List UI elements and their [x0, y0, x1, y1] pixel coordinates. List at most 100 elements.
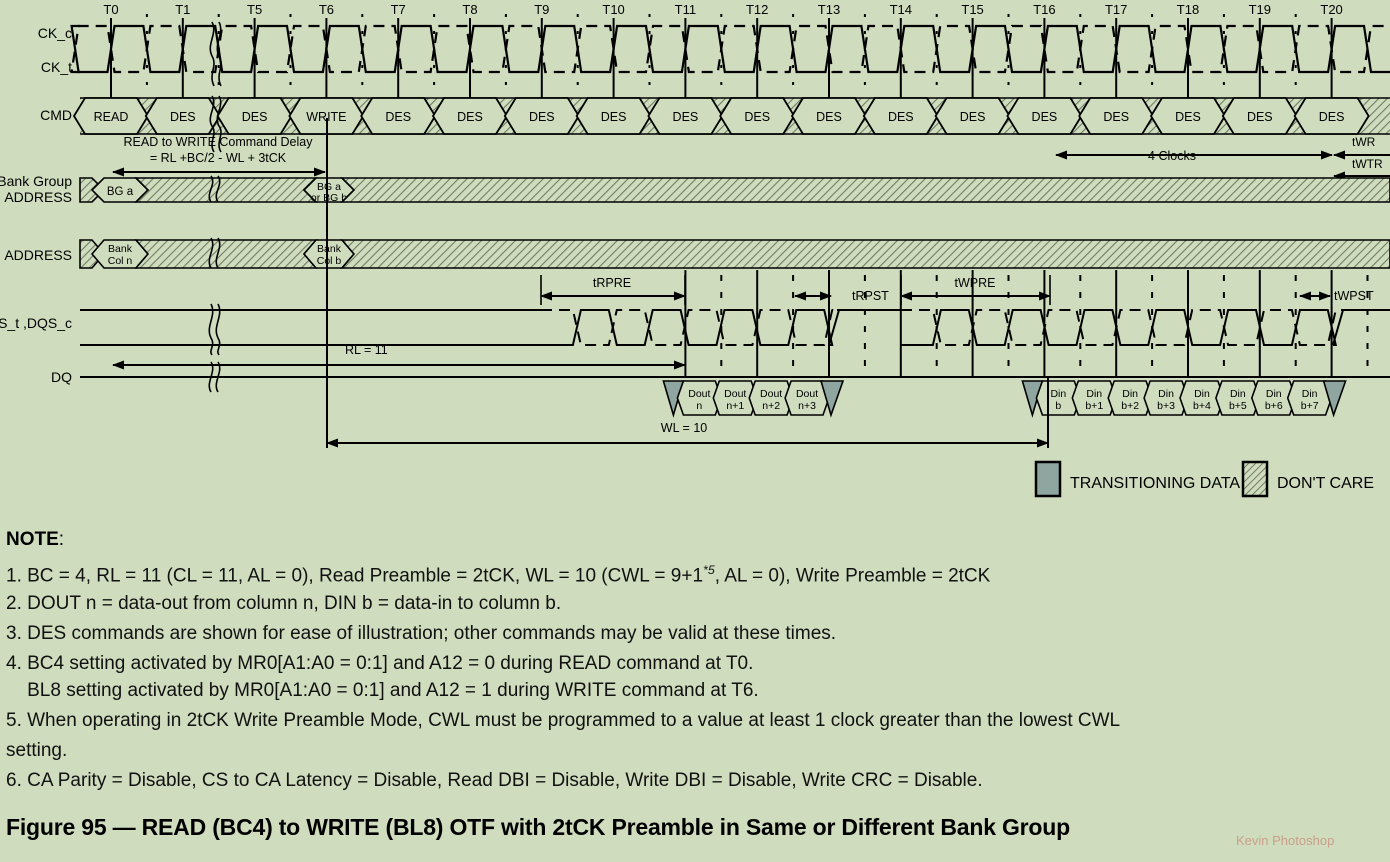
cmd-cell-label: DES [601, 110, 627, 124]
time-tick-label-t9: T9 [534, 2, 549, 17]
cmd-row: READ DES DES WRITE DES DES DES DES DES DES DES DES D… [72, 97, 1390, 135]
legend-label-transitioning: TRANSITIONING DATA [1070, 475, 1240, 492]
note-1-sup: *5 [703, 563, 715, 577]
row-label-dq: DQ [51, 369, 72, 385]
time-tick-label-t6: T6 [319, 2, 334, 17]
time-tick-label-t8: T8 [462, 2, 477, 17]
address-row: Bank Col n Bank Col b [79, 237, 1390, 269]
row-label-bank-group-2: ADDRESS [4, 189, 72, 205]
dq-data-cell-line1: Din [1266, 388, 1282, 400]
cmd-cell-label: DES [1032, 110, 1058, 124]
dq-data-cell-line2: n+1 [726, 400, 744, 412]
cmd-cell-label: DES [1175, 110, 1201, 124]
twr-label: tWR [1352, 135, 1376, 149]
dq-data-cell-line2: b+5 [1229, 400, 1247, 412]
legend-swatch-dont-care [1241, 460, 1269, 498]
time-tick-label-t20: T20 [1320, 2, 1342, 17]
cmd-cell-label: DES [1247, 110, 1273, 124]
time-tick-label-t5: T5 [247, 2, 262, 17]
note-item-1: 1. BC = 4, RL = 11 (CL = 11, AL = 0), Re… [6, 563, 991, 587]
dq-data-cell-line1: Din [1194, 388, 1210, 400]
addr-mid-hatch [134, 239, 318, 269]
time-tick-label-t16: T16 [1033, 2, 1055, 17]
dq-data-cell-line1: Din [1086, 388, 1102, 400]
dq-data-cell-line2: b [1055, 400, 1061, 412]
read-to-write-delay-line1: READ to WRITE Command Delay [124, 135, 314, 149]
legend-swatch-transitioning [1034, 460, 1062, 498]
time-tick-label-t15: T15 [961, 2, 983, 17]
dq-data-cell-line2: b+6 [1265, 400, 1283, 412]
dq-data-cell-line2: b+1 [1085, 400, 1103, 412]
bg-mid-hatch [134, 177, 318, 203]
wl-label: WL = 10 [661, 421, 707, 435]
time-tick-label-t1: T1 [175, 2, 190, 17]
time-tick-label-t14: T14 [890, 2, 912, 17]
dq-data-cell-line2: n+2 [762, 400, 780, 412]
bg-right-hatch [340, 177, 1390, 203]
time-tick-label-t18: T18 [1177, 2, 1199, 17]
time-tick-label-t11: T11 [675, 2, 696, 17]
row-label-dqs: DQS_t ,DQS_c [0, 315, 72, 331]
dq-data-cell-line2: b+3 [1157, 400, 1175, 412]
dq-data-cell-line1: Din [1230, 388, 1246, 400]
cmd-cell-label: DES [1103, 110, 1129, 124]
time-tick-label-t19: T19 [1249, 2, 1271, 17]
cmd-cell-label: DES [816, 110, 842, 124]
cmd-cell-label: DES [1319, 110, 1345, 124]
addr-cell-first-line1: Bank [108, 243, 133, 255]
time-tick-label-t12: T12 [746, 2, 768, 17]
note-heading: NOTE: [6, 529, 64, 551]
note-item-5b: setting. [6, 740, 68, 761]
time-tick-label-t7: T7 [391, 2, 406, 17]
addr-cell-first-line2: Col n [108, 255, 133, 267]
time-tick-label-t0: T0 [103, 2, 118, 17]
row-label-ck-t: CK_t [41, 59, 72, 75]
row-label-bank-group-1: Bank Group [0, 173, 72, 189]
time-tick-label-t17: T17 [1105, 2, 1127, 17]
row-label-address: ADDRESS [4, 247, 72, 263]
timing-diagram: CK_c CK_t CMD Bank Group ADDRESS ADDRESS… [0, 0, 1390, 515]
note-1-post: , AL = 0), Write Preamble = 2tCK [714, 565, 991, 587]
row-label-ck-c: CK_c [38, 25, 72, 41]
addr-right-hatch [340, 239, 1390, 269]
dq-data-cell-line2: b+7 [1301, 400, 1319, 412]
dq-data-cell-line2: b+4 [1193, 400, 1211, 412]
addr-cell-second-line1: Bank [317, 243, 342, 255]
cmd-cell-label: DES [242, 110, 268, 124]
bank-group-address-row: BG a BG a or BG b [79, 175, 1390, 204]
note-item-6: 6. CA Parity = Disable, CS to CA Latency… [6, 770, 983, 791]
twpst-label: tWPST [1334, 289, 1374, 303]
figure-title: Figure 95 — READ (BC4) to WRITE (BL8) OT… [6, 814, 1070, 840]
notes-section: NOTE: 1. BC = 4, RL = 11 (CL = 11, AL = … [0, 515, 1390, 862]
note-1-pre: 1. BC = 4, RL = 11 (CL = 11, AL = 0), Re… [6, 565, 704, 587]
note-heading-colon: : [58, 529, 65, 550]
dq-data-cell-line1: Din [1050, 388, 1066, 400]
trpst-label: tRPST [852, 289, 889, 303]
note-item-4b: BL8 setting activated by MR0[A1:A0 = 0:1… [6, 680, 759, 701]
note-item-4: 4. BC4 setting activated by MR0[A1:A0 = … [6, 653, 754, 674]
note-item-3: 3. DES commands are shown for ease of il… [6, 623, 837, 644]
note-heading-text: NOTE [6, 529, 59, 550]
dq-data-cell-line1: Dout [796, 388, 818, 400]
watermark: Kevin Photoshop [1236, 833, 1335, 848]
bg-cell-first-label: BG a [107, 186, 134, 198]
legend-label-dont-care: DON'T CARE [1277, 475, 1374, 492]
cmd-cell-label: DES [744, 110, 770, 124]
note-item-2: 2. DOUT n = data-out from column n, DIN … [6, 593, 562, 614]
time-tick-label-t13: T13 [818, 2, 840, 17]
cmd-cell-label: DES [529, 110, 555, 124]
row-label-cmd: CMD [40, 107, 72, 123]
dq-data-cell-line1: Dout [760, 388, 782, 400]
rl-label: RL = 11 [345, 343, 388, 357]
dq-data-cell-line1: Dout [688, 388, 710, 400]
dq-data-cell-line2: n [696, 400, 702, 412]
cmd-cell-label: DES [888, 110, 914, 124]
note-item-5: 5. When operating in 2tCK Write Preamble… [6, 710, 1121, 731]
cmd-cell-label: DES [457, 110, 483, 124]
cmd-cell-label: DES [960, 110, 986, 124]
time-tick-label-t10: T10 [602, 2, 624, 17]
cmd-cell-label: DES [170, 110, 196, 124]
cmd-cell-label: DES [385, 110, 411, 124]
timing-diagram-svg: CK_c CK_t CMD Bank Group ADDRESS ADDRESS… [0, 0, 1390, 515]
dq-data-cell-line1: Din [1158, 388, 1174, 400]
